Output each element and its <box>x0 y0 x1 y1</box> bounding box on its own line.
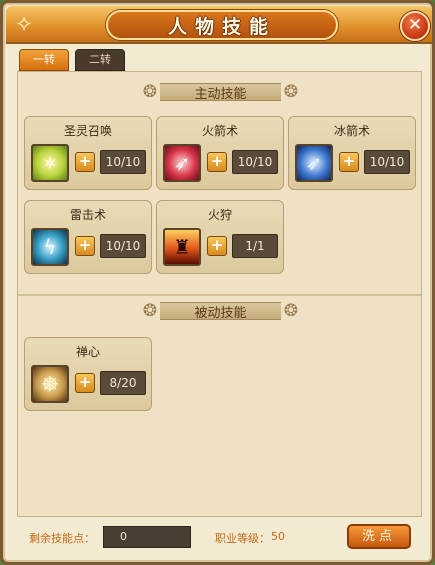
title-bar: ⟡ 人物技能 <box>6 6 432 44</box>
active-skills-title: 主动技能 <box>194 86 247 102</box>
summon-spirit-icon[interactable]: ✶ <box>31 144 69 182</box>
skill-name: 火箭术 <box>201 124 238 138</box>
corner-ornament-icon: ⟡ <box>16 11 32 36</box>
swirl-left-icon: ❂ <box>142 82 158 102</box>
close-button[interactable]: ✕ <box>400 11 430 41</box>
add-skill-point-button[interactable]: + <box>75 152 95 172</box>
skills-window: ⟡ 人物技能 ✕ 一转 二转 ❂ ❂ 主动技能 圣灵召唤 ✶ + 10/10 火… <box>0 0 435 565</box>
skill-name: 圣灵召唤 <box>63 124 112 138</box>
skill-level: 8/20 <box>100 371 146 395</box>
ice-arrow-icon[interactable]: ➶ <box>295 144 333 182</box>
add-skill-point-button[interactable]: + <box>339 152 359 172</box>
skill-level: 1/1 <box>232 234 278 258</box>
remaining-points-value: 0 <box>103 526 191 548</box>
skill-level: 10/10 <box>100 234 146 258</box>
skill-card: 火箭术 ➶ + 10/10 <box>156 116 284 190</box>
tab-second-class[interactable]: 二转 <box>75 49 125 71</box>
skill-card: 冰箭术 ➶ + 10/10 <box>288 116 416 190</box>
fire-arrow-icon[interactable]: ➶ <box>163 144 201 182</box>
skill-card: 火狩 ♜ + 1/1 <box>156 200 284 274</box>
add-skill-point-button[interactable]: + <box>75 236 95 256</box>
skills-panel: ❂ ❂ 主动技能 圣灵召唤 ✶ + 10/10 火箭术 ➶ + 10/10 冰箭… <box>17 71 422 517</box>
swirl-right-icon: ❂ <box>283 82 299 102</box>
reset-points-button[interactable]: 洗点 <box>347 524 411 549</box>
skill-level: 10/10 <box>232 150 278 174</box>
swirl-right-icon: ❂ <box>283 301 299 321</box>
tab-first-class[interactable]: 一转 <box>19 49 69 71</box>
skill-name: 禅心 <box>75 345 100 359</box>
skill-name: 冰箭术 <box>333 124 370 138</box>
skill-card: 禅心 ☸ + 8/20 <box>24 337 152 411</box>
passive-skills-header: ❂ ❂ 被动技能 <box>138 299 303 323</box>
skill-card: 圣灵召唤 ✶ + 10/10 <box>24 116 152 190</box>
window-title: 人物技能 <box>167 15 276 38</box>
swirl-left-icon: ❂ <box>142 301 158 321</box>
add-skill-point-button[interactable]: + <box>207 152 227 172</box>
close-icon: ✕ <box>407 15 423 35</box>
section-divider <box>18 294 421 296</box>
remaining-points-label: 剩余技能点： <box>29 532 95 545</box>
tab-bar: 一转 二转 <box>19 49 125 71</box>
passive-skills-title: 被动技能 <box>194 305 247 321</box>
thunder-strike-icon[interactable]: ϟ <box>31 228 69 266</box>
active-skills-header: ❂ ❂ 主动技能 <box>138 80 303 104</box>
zen-mind-icon[interactable]: ☸ <box>31 365 69 403</box>
add-skill-point-button[interactable]: + <box>207 236 227 256</box>
skill-card: 雷击术 ϟ + 10/10 <box>24 200 152 274</box>
fire-hunt-icon[interactable]: ♜ <box>163 228 201 266</box>
title-plate: 人物技能 <box>106 10 338 40</box>
skill-level: 10/10 <box>100 150 146 174</box>
skill-level: 10/10 <box>364 150 410 174</box>
job-level-label: 职业等级： <box>215 532 270 545</box>
skill-name: 火狩 <box>207 208 232 222</box>
add-skill-point-button[interactable]: + <box>75 373 95 393</box>
skill-name: 雷击术 <box>69 208 106 222</box>
job-level-value: 50 <box>271 530 285 543</box>
